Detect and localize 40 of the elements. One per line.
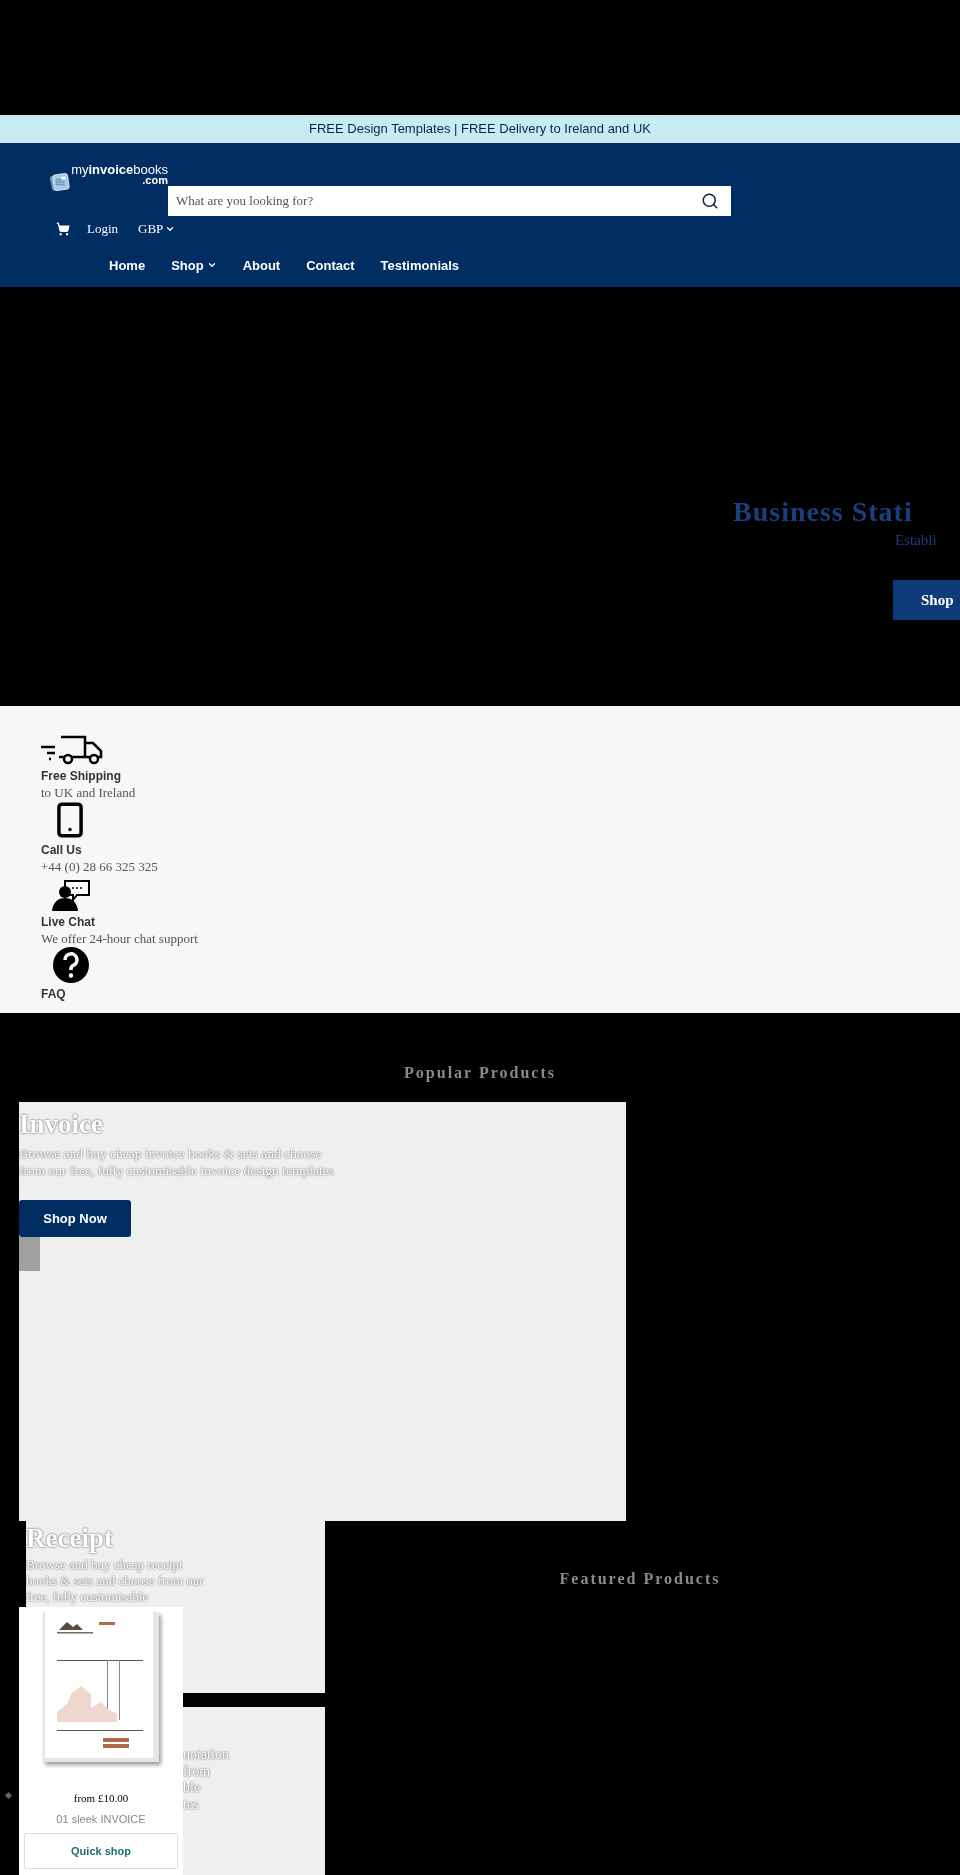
feature-title: Live Chat <box>41 914 95 930</box>
feature-title: Free Shipping <box>41 768 121 784</box>
nav-link[interactable]: Home <box>109 255 146 275</box>
product-price: from £10.00 <box>73 1791 129 1806</box>
shop-now-button[interactable]: Shop Now <box>19 1200 131 1237</box>
category-description: Browse and buy cheap receipt books & sets and choose from our free, fully customisable <box>26 1557 204 1605</box>
feature-title: Call Us <box>41 842 82 858</box>
feature-text: +44 (0) 28 66 325 325 <box>41 858 158 875</box>
currency-selector[interactable]: GBP <box>138 219 176 239</box>
category-description-fragment: ble <box>183 1780 201 1797</box>
logo-domain: .com <box>142 175 168 186</box>
logo-wordmark[interactable]: myinvoicebooks <box>71 164 168 175</box>
category-description-fragment: uotation <box>183 1747 229 1764</box>
search-field[interactable]: What are you looking for? <box>168 186 731 216</box>
image-placeholder <box>19 1237 40 1271</box>
category-title: Invoice <box>19 1108 103 1140</box>
section-title: Popular Products <box>403 1063 557 1084</box>
section-title: Featured Products <box>559 1569 721 1589</box>
nav-link[interactable]: Contact <box>306 255 355 275</box>
quick-shop-button[interactable]: Quick shop <box>24 1833 178 1869</box>
feature-text: to UK and Ireland <box>41 784 136 801</box>
product-name: 01 sleek INVOICE <box>56 1811 146 1827</box>
announcement-bar: FREE Design Templates | FREE Delivery to Ireland and UK <box>0 115 960 143</box>
nav-link[interactable]: Testimonials <box>380 255 460 275</box>
hero-subtitle: Establi <box>895 531 938 550</box>
feature-text: We offer 24-hour chat support <box>41 930 198 947</box>
nav-link[interactable]: Shop <box>171 255 217 275</box>
feature-title: FAQ <box>41 986 66 1002</box>
help-icon <box>53 947 89 983</box>
truck-icon <box>41 735 103 765</box>
hero-title: Business Stati <box>733 496 914 528</box>
category-description-fragment: from <box>183 1763 211 1780</box>
category-description-fragment: tes <box>183 1796 199 1813</box>
search-icon[interactable] <box>701 192 719 210</box>
category-title: Receipt <box>26 1522 114 1554</box>
login-link[interactable]: Login <box>87 219 119 239</box>
hero-shop-button[interactable]: Shop <box>893 580 960 620</box>
nav-link[interactable]: About <box>242 255 281 275</box>
cart-icon[interactable] <box>56 221 70 236</box>
product-card[interactable]: from £10.00 01 sleek INVOICE Quick shop <box>19 1607 183 1875</box>
